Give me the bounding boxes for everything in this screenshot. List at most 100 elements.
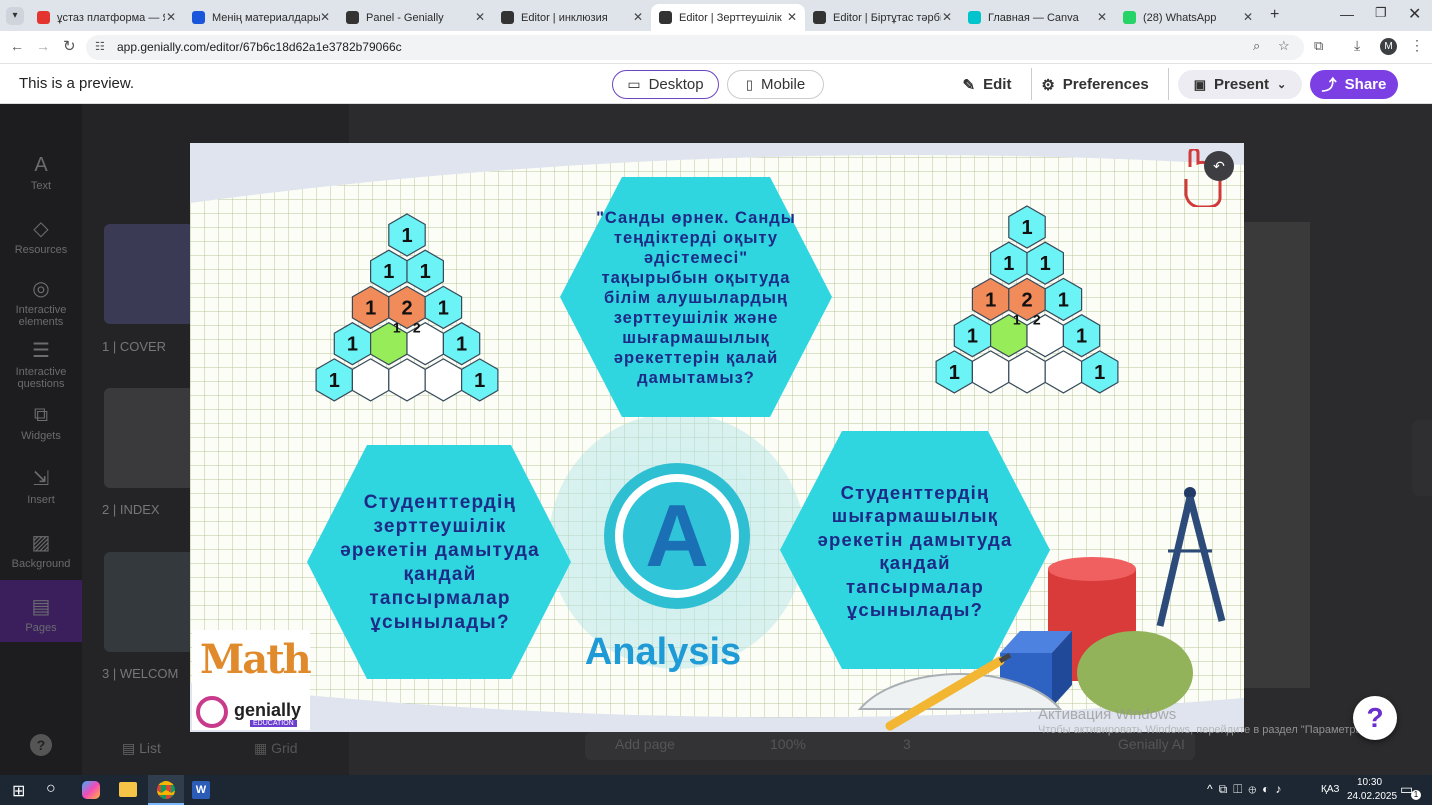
nav-label: Text	[30, 180, 52, 192]
nav-label: Insert	[27, 494, 55, 506]
new-tab-button[interactable]: +	[1270, 6, 1279, 24]
edit-button[interactable]: ✎ Edit	[955, 70, 1019, 99]
present-icon: ▣	[1193, 76, 1207, 92]
page-thumbnail[interactable]	[104, 388, 194, 488]
clock-date[interactable]: 24.02.2025	[1347, 791, 1397, 802]
tab-close-icon[interactable]: ✕	[320, 10, 330, 24]
browser-tab[interactable]: ұстаз платформа — Янде✕	[29, 4, 184, 31]
background-icon: ▨	[31, 532, 51, 554]
tab-close-icon[interactable]: ✕	[1243, 10, 1253, 24]
nav-insert[interactable]: ⇲ Insert	[0, 466, 82, 506]
tab-title: ұстаз платформа — Янде	[57, 11, 165, 24]
clock-time[interactable]: 10:30	[1357, 777, 1382, 788]
restore-button[interactable]: ❐	[1375, 5, 1387, 21]
mobile-view-button[interactable]: ▯ Mobile	[727, 70, 824, 99]
preview-header: This is a preview. ▭ Desktop ▯ Mobile ✎ …	[0, 64, 1432, 104]
tab-favicon-icon	[192, 11, 205, 24]
tab-close-icon[interactable]: ✕	[1097, 10, 1107, 24]
tab-title: Главная — Canva	[988, 11, 1079, 24]
present-button[interactable]: ▣ Present ⌄	[1178, 70, 1302, 99]
tab-title: Panel - Genially	[366, 11, 444, 24]
browser-tab[interactable]: Editor | Біртұтас тәрбие ✕	[805, 4, 960, 31]
minimize-button[interactable]: —	[1340, 6, 1354, 22]
extensions-icon[interactable]: ⧉	[1314, 38, 1323, 54]
browser-tab[interactable]: Editor | инклюзия ✕	[493, 4, 651, 31]
nav-text[interactable]: A Text	[0, 154, 82, 192]
reload-icon[interactable]: ↻	[63, 37, 76, 55]
insert-icon: ⇲	[32, 468, 50, 490]
genially-ai-button[interactable]: Genially AI	[1118, 736, 1185, 752]
browser-tab[interactable]: Главная — Canva ✕	[960, 4, 1115, 31]
language-indicator[interactable]: ҚАЗ	[1321, 784, 1339, 795]
nav-interactive-elements[interactable]: ◎ Interactive elements	[0, 276, 82, 328]
nav-label: Interactive elements	[15, 304, 67, 328]
math-logo-text: Math	[200, 636, 312, 683]
browser-tab-strip: ▾ ұстаз платформа — Янде✕Менің материалд…	[0, 0, 1432, 31]
tab-close-icon[interactable]: ✕	[475, 10, 485, 24]
site-info-icon[interactable]: ☷	[95, 40, 105, 53]
close-window-button[interactable]: ✕	[1408, 4, 1421, 24]
tab-search-button[interactable]: ▾	[6, 7, 24, 25]
browser-tab[interactable]: Менің материалдарым | ✕	[184, 4, 338, 31]
pyramid-number: 1	[383, 261, 394, 283]
tab-favicon-icon	[1123, 11, 1136, 24]
tab-close-icon[interactable]: ✕	[166, 10, 176, 24]
tray-icons[interactable]: ^⧉◫⊕◐♪	[1207, 782, 1287, 797]
chrome-taskbar-icon[interactable]	[148, 775, 184, 805]
browser-menu-icon[interactable]: ⋮	[1410, 37, 1424, 54]
add-page-button[interactable]: Add page	[615, 736, 675, 752]
tab-close-icon[interactable]: ✕	[942, 10, 952, 24]
pyramid-number: 1	[985, 289, 996, 311]
nav-resources[interactable]: ◇ Resources	[0, 216, 82, 256]
windows-activation-text: Чтобы активировать Windows, перейдите в …	[1038, 724, 1371, 736]
chrome-icon	[157, 781, 175, 799]
tab-title: (28) WhatsApp	[1143, 11, 1217, 24]
bookmark-star-icon[interactable]: ☆	[1278, 38, 1290, 54]
browser-tab[interactable]: (28) WhatsApp ✕	[1115, 4, 1261, 31]
nav-widgets[interactable]: ⧉ Widgets	[0, 404, 82, 442]
file-explorer-icon[interactable]	[119, 782, 137, 797]
nav-background[interactable]: ▨ Background	[0, 530, 82, 570]
windows-activation-title: Активация Windows	[1038, 706, 1177, 723]
copilot-icon[interactable]	[82, 781, 100, 799]
nav-interactive-questions[interactable]: ☰ Interactive questions	[0, 338, 82, 390]
avatar[interactable]: M	[1380, 38, 1397, 55]
help-icon[interactable]: ?	[30, 734, 52, 756]
page-thumbnail[interactable]	[104, 224, 194, 324]
pyramid-number: 2	[1021, 289, 1032, 311]
pages-icon: ▤	[31, 596, 51, 618]
desktop-view-button[interactable]: ▭ Desktop	[612, 70, 719, 99]
grid-view-button[interactable]: ▦ Grid	[254, 740, 298, 757]
text-icon: A	[34, 154, 48, 176]
interactive-hand-icon[interactable]: ↶	[1184, 147, 1234, 209]
tab-close-icon[interactable]: ✕	[633, 10, 643, 24]
zoom-level[interactable]: 100%	[770, 736, 806, 752]
pyramid-cell	[1008, 350, 1046, 394]
share-button[interactable]: ⤴ Share	[1310, 70, 1398, 99]
word-icon[interactable]: W	[192, 781, 210, 799]
browser-tab[interactable]: Panel - Genially ✕	[338, 4, 493, 31]
tab-close-icon[interactable]: ✕	[787, 10, 797, 24]
undo-circle-icon[interactable]: ↶	[1204, 151, 1234, 181]
nav-label: Widgets	[21, 430, 61, 442]
preferences-button[interactable]: ⚙ Preferences	[1040, 70, 1150, 99]
download-icon[interactable]: ⤓	[1354, 37, 1360, 54]
zoom-icon[interactable]: ⌕	[1253, 38, 1260, 54]
page-number[interactable]: 3	[903, 736, 911, 752]
search-icon[interactable]: ○	[46, 780, 56, 798]
help-chat-button[interactable]: ?	[1353, 696, 1397, 740]
canvas-handle[interactable]	[1412, 420, 1432, 496]
tab-title: Менің материалдарым |	[212, 11, 320, 24]
url-field[interactable]: ☷ app.genially.com/editor/67b6c18d62a1e3…	[86, 35, 1304, 60]
forward-icon[interactable]: →	[36, 38, 50, 54]
phone-icon: ▯	[745, 76, 753, 92]
pyramid-cell	[971, 350, 1010, 394]
page-thumbnail[interactable]	[104, 552, 194, 652]
preferences-label: Preferences	[1062, 76, 1149, 93]
list-view-button[interactable]: ▤ List	[122, 740, 161, 757]
nav-pages[interactable]: ▤ Pages	[0, 580, 82, 642]
pyramid-number: 1	[329, 370, 340, 392]
back-icon[interactable]: ←	[10, 38, 24, 54]
browser-tab[interactable]: Editor | Зерттеушілік ✕	[651, 4, 805, 31]
windows-start-icon[interactable]: ⊞	[12, 781, 25, 801]
